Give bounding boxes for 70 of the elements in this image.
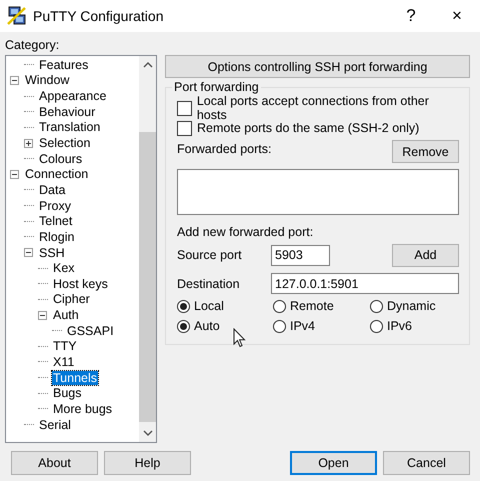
tree-item[interactable]: Auth (52, 308, 80, 322)
tree-item[interactable]: Serial (38, 418, 72, 432)
tree-item[interactable]: Cipher (52, 292, 91, 306)
dialog-button[interactable]: Cancel (383, 451, 470, 475)
scroll-up-icon[interactable] (142, 62, 152, 68)
tree-item[interactable]: Window (24, 73, 70, 88)
radio-button[interactable] (370, 320, 383, 332)
checkbox[interactable] (177, 120, 192, 136)
tree-item[interactable]: Bugs (52, 386, 82, 400)
tree-item[interactable]: Rlogin (38, 230, 76, 244)
scrollbar[interactable] (139, 56, 156, 442)
radio-button[interactable] (177, 320, 190, 332)
tree-item[interactable]: GSSAPI (66, 324, 115, 338)
tree-item[interactable]: Appearance (38, 89, 108, 104)
window-title: PuTTY Configuration (33, 8, 164, 24)
remove-button[interactable]: Remove (392, 140, 459, 163)
collapse-icon[interactable] (10, 76, 19, 85)
tree-item[interactable]: Behaviour (38, 104, 96, 119)
collapse-icon[interactable] (38, 310, 47, 320)
radio-label: Dynamic (387, 299, 436, 313)
group-title: Port forwarding (172, 80, 261, 94)
tree-item[interactable]: Data (38, 182, 66, 197)
section-header: Options controlling SSH port forwarding (165, 55, 470, 78)
forwarded-ports-list[interactable] (177, 169, 459, 215)
checkbox-label: Remote ports do the same (SSH-2 only) (197, 121, 420, 135)
expand-icon[interactable] (24, 138, 33, 148)
tree-item[interactable]: X11 (52, 354, 76, 369)
computers-icon (7, 6, 27, 26)
tree-item[interactable]: Host keys (52, 276, 109, 291)
open-button[interactable]: Open (290, 451, 377, 475)
tree-item[interactable]: Translation (38, 120, 102, 134)
source-port-field[interactable]: 5903 (271, 244, 330, 266)
radio-label: IPv4 (290, 319, 316, 333)
category-label: Category: (5, 37, 60, 54)
radio-label: IPv6 (387, 319, 412, 333)
tree-item[interactable]: Kex (52, 261, 76, 276)
radio-button[interactable] (370, 300, 383, 312)
checkbox[interactable] (177, 100, 192, 116)
radio-button[interactable] (273, 320, 286, 332)
add-button[interactable]: Add (392, 244, 459, 266)
radio-label: Local (194, 299, 224, 313)
radio-button[interactable] (273, 300, 286, 312)
collapse-icon[interactable] (24, 248, 33, 257)
close-button[interactable]: × (434, 0, 480, 32)
tree-item[interactable]: Telnet (38, 214, 74, 228)
radio-button[interactable] (177, 300, 190, 312)
mouse-cursor-icon (233, 328, 247, 348)
tree-item[interactable]: Features (38, 58, 90, 72)
destination-label: Destination (177, 276, 241, 290)
scroll-down-icon[interactable] (142, 430, 152, 436)
destination-field[interactable]: 127.0.0.1:5901 (271, 273, 459, 294)
tree-item[interactable]: More bugs (52, 402, 114, 416)
radio-label: Auto (194, 319, 220, 333)
dialog-button[interactable]: About (11, 451, 98, 475)
collapse-icon[interactable] (10, 170, 19, 179)
radio-label: Remote (290, 299, 334, 313)
help-button[interactable]: ? (388, 0, 434, 32)
tree-item[interactable]: Connection (24, 167, 90, 182)
add-port-label: Add new forwarded port: (177, 225, 314, 239)
scroll-thumb[interactable] (139, 132, 156, 422)
source-port-label: Source port (177, 248, 243, 262)
tree-item[interactable]: Selection (38, 136, 92, 150)
tree-item[interactable]: Tunnels (52, 370, 98, 385)
checkbox-label: Local ports accept connections from other hosts (196, 94, 430, 122)
tree-item[interactable]: TTY (52, 339, 78, 354)
tree-item[interactable]: Colours (38, 152, 84, 166)
tree-item[interactable]: Proxy (38, 198, 72, 213)
forwarded-ports-label: Forwarded ports: (177, 142, 272, 156)
dialog-button[interactable]: Help (104, 451, 191, 475)
tree-item[interactable]: SSH (38, 246, 66, 260)
